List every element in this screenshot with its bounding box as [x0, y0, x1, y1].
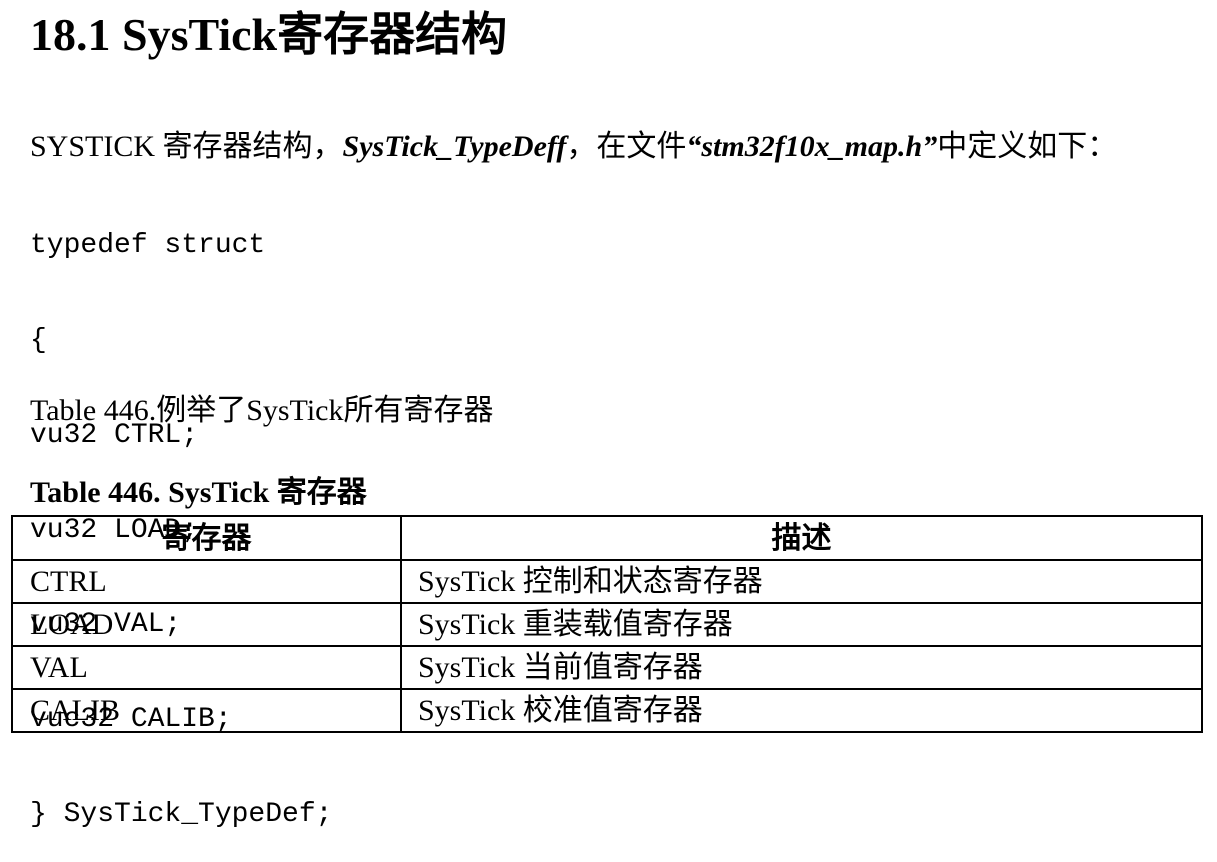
register-description: SysTick 当前值寄存器 [400, 645, 1203, 690]
table-header-row: 寄存器 描述 [11, 515, 1203, 561]
intro-paragraph: SYSTICK 寄存器结构，SysTick_TypeDeff，在文件“stm32… [30, 127, 1117, 167]
register-table: 寄存器 描述 CTRL SysTick 控制和状态寄存器 LOAD SysTic… [11, 515, 1203, 733]
register-name: CTRL [11, 559, 402, 604]
register-description: SysTick 校准值寄存器 [400, 688, 1203, 733]
code-line: } SysTick_TypeDef; [30, 798, 333, 830]
table-row: CTRL SysTick 控制和状态寄存器 [11, 559, 1203, 604]
table-reference: Table 446.例举了SysTick所有寄存器 [30, 394, 494, 427]
register-description: SysTick 重装载值寄存器 [400, 602, 1203, 647]
code-line: { [30, 324, 47, 356]
code-line: typedef struct [30, 230, 266, 262]
table-row: CALIB SysTick 校准值寄存器 [11, 688, 1203, 733]
header-description: 描述 [400, 515, 1203, 561]
file-name: “stm32f10x_map.h” [686, 130, 938, 163]
table-row: LOAD SysTick 重装载值寄存器 [11, 602, 1203, 647]
register-description: SysTick 控制和状态寄存器 [400, 559, 1203, 604]
table-caption: Table 446. SysTick 寄存器 [30, 476, 367, 509]
intro-prefix: SYSTICK 寄存器结构， [30, 130, 343, 163]
register-name: LOAD [11, 602, 402, 647]
register-name: CALIB [11, 688, 402, 733]
intro-middle: ，在文件 [566, 130, 687, 163]
intro-suffix: 中定义如下： [937, 130, 1118, 163]
table-row: VAL SysTick 当前值寄存器 [11, 645, 1203, 690]
section-heading: 18.1 SysTick寄存器结构 [30, 9, 508, 60]
header-register: 寄存器 [11, 515, 402, 561]
register-name: VAL [11, 645, 402, 690]
struct-name: SysTick_TypeDeff [342, 130, 567, 163]
